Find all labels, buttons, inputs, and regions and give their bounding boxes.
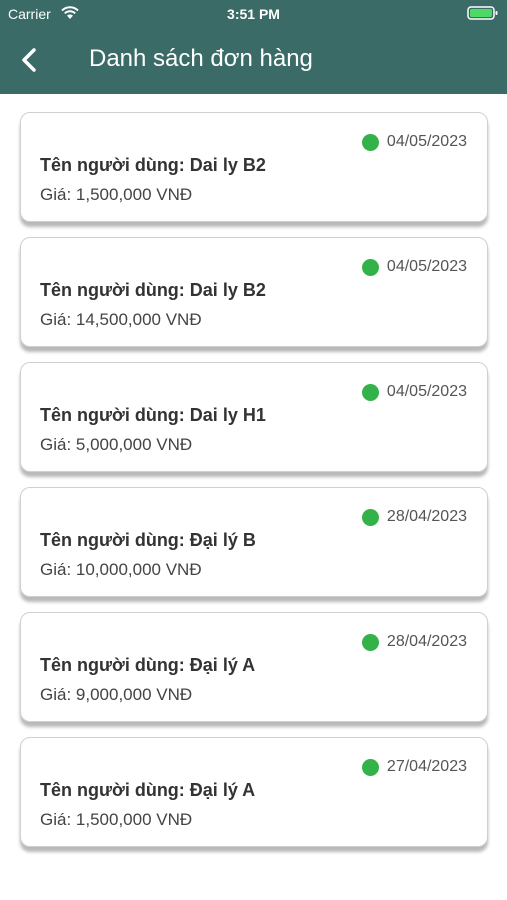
order-price: Giá: 10,000,000 VNĐ — [40, 560, 202, 579]
order-date: 04/05/2023 — [386, 383, 467, 400]
order-date: 04/05/2023 — [386, 258, 467, 275]
status-dot-icon — [361, 133, 379, 151]
header: Carrier 3:51 PM Danh sách đơn hàng — [0, 0, 507, 94]
order-date-group: 04/05/2023 — [361, 258, 467, 276]
page-title: Danh sách đơn hàng — [89, 45, 313, 72]
back-button[interactable] — [14, 44, 46, 76]
order-price: Giá: 9,000,000 VNĐ — [40, 685, 193, 704]
status-bar: Carrier 3:51 PM — [0, 0, 507, 28]
order-card[interactable]: 27/04/2023 Tên người dùng: Đại lý A Giá:… — [20, 737, 488, 847]
order-date-group: 04/05/2023 — [361, 383, 467, 401]
nav-bar: Danh sách đơn hàng — [0, 36, 507, 84]
status-dot-icon — [361, 758, 379, 776]
order-date: 28/04/2023 — [386, 633, 467, 650]
order-user-name: Tên người dùng: Dai ly B2 — [40, 280, 266, 300]
order-date: 28/04/2023 — [386, 508, 467, 525]
order-price: Giá: 5,000,000 VNĐ — [40, 435, 193, 454]
order-user-name: Tên người dùng: Đại lý B — [40, 530, 256, 550]
order-user-name: Tên người dùng: Dai ly H1 — [40, 405, 266, 425]
order-user-name: Tên người dùng: Đại lý A — [40, 655, 256, 675]
order-date: 04/05/2023 — [386, 133, 467, 150]
chevron-left-icon — [22, 48, 36, 72]
order-date: 27/04/2023 — [386, 758, 467, 775]
status-dot-icon — [361, 633, 379, 651]
order-price: Giá: 14,500,000 VNĐ — [40, 310, 202, 329]
order-user-name: Tên người dùng: Dai ly B2 — [40, 155, 266, 175]
order-card[interactable]: 28/04/2023 Tên người dùng: Đại lý B Giá:… — [20, 487, 488, 597]
status-dot-icon — [361, 383, 379, 401]
order-date-group: 27/04/2023 — [361, 758, 467, 776]
status-dot-icon — [361, 258, 379, 276]
battery-icon — [467, 5, 499, 26]
order-date-group: 28/04/2023 — [361, 508, 467, 526]
order-price: Giá: 1,500,000 VNĐ — [40, 185, 193, 204]
order-card[interactable]: 28/04/2023 Tên người dùng: Đại lý A Giá:… — [20, 612, 488, 722]
status-dot-icon — [361, 508, 379, 526]
order-price: Giá: 1,500,000 VNĐ — [40, 810, 193, 829]
order-card[interactable]: 04/05/2023 Tên người dùng: Dai ly H1 Giá… — [20, 362, 488, 472]
order-list: 04/05/2023 Tên người dùng: Dai ly B2 Giá… — [20, 112, 488, 862]
order-user-name: Tên người dùng: Đại lý A — [40, 780, 256, 800]
order-card[interactable]: 04/05/2023 Tên người dùng: Dai ly B2 Giá… — [20, 237, 488, 347]
clock: 3:51 PM — [227, 6, 280, 22]
order-date-group: 04/05/2023 — [361, 133, 467, 151]
order-card[interactable]: 04/05/2023 Tên người dùng: Dai ly B2 Giá… — [20, 112, 488, 222]
order-date-group: 28/04/2023 — [361, 633, 467, 651]
